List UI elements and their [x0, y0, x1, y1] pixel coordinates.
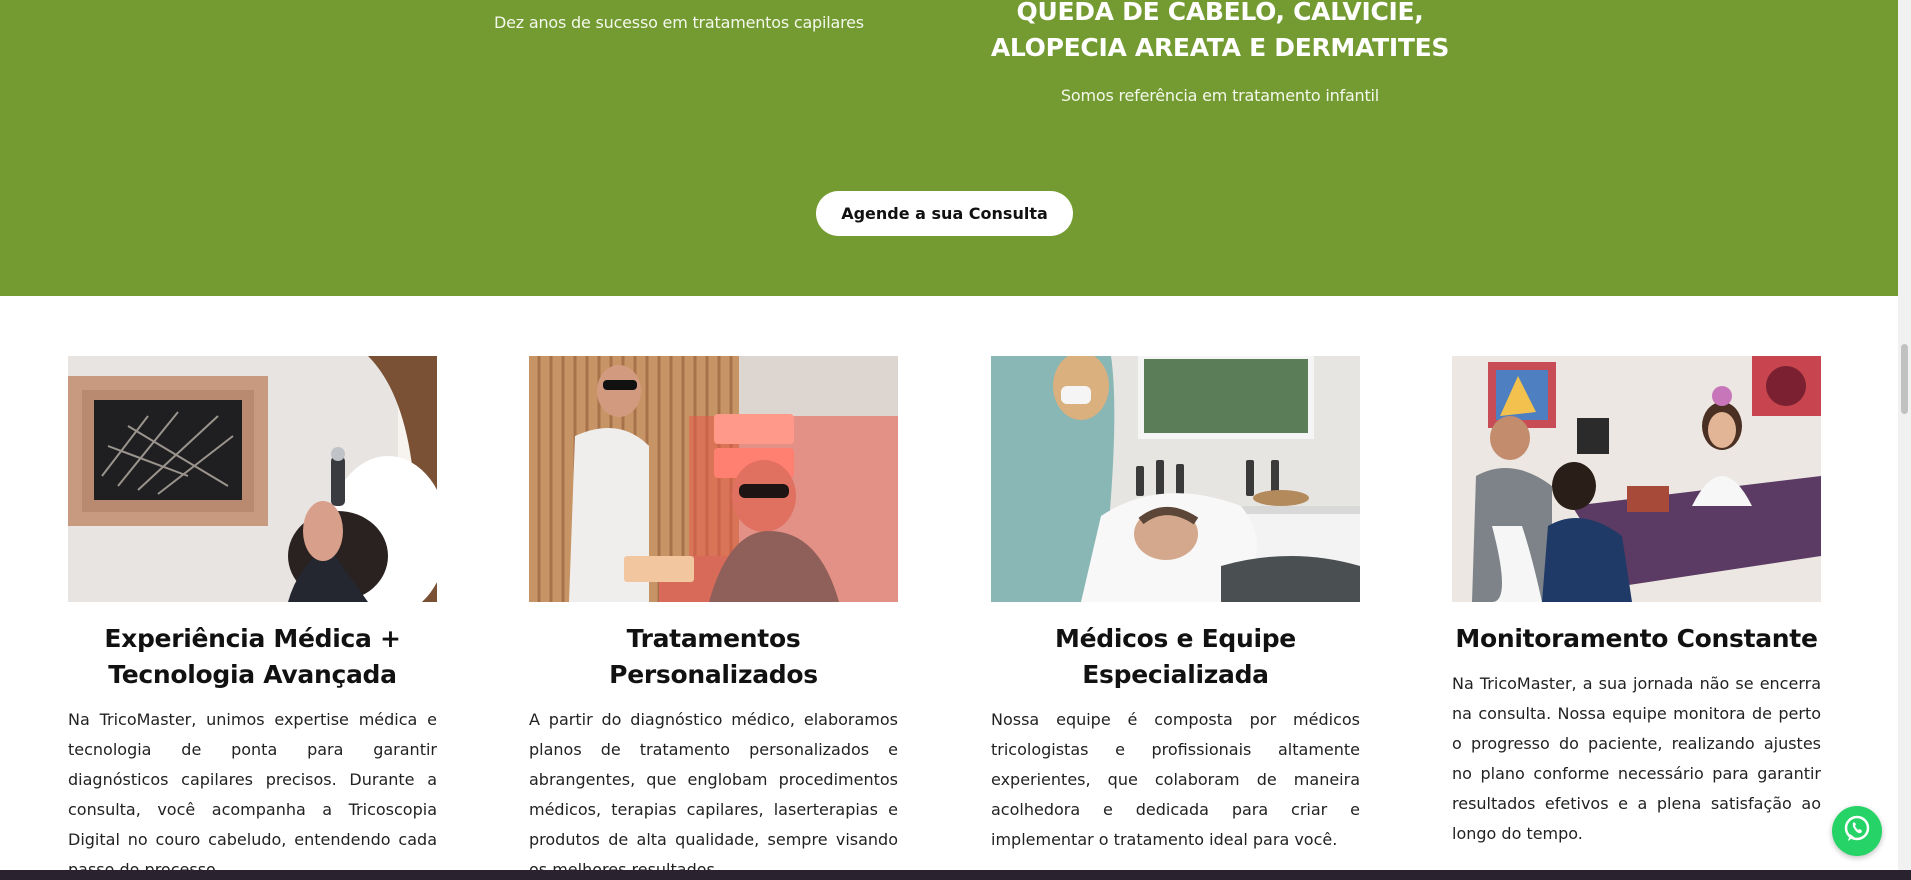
laser-therapy-photo [529, 356, 898, 602]
feature-card-specialized-team: Médicos e Equipe Especializada Nossa equ… [991, 356, 1360, 855]
card-description: Na TricoMaster, a sua jornada não se enc… [1452, 674, 1821, 843]
card-title: Tratamentos Personalizados [609, 624, 818, 689]
whatsapp-icon [1842, 814, 1872, 848]
whatsapp-button[interactable] [1832, 806, 1882, 856]
schedule-consultation-button[interactable]: Agende a sua Consulta [816, 191, 1073, 236]
hero-tagline: Dez anos de sucesso em tratamentos capil… [494, 13, 864, 32]
card-title: Monitoramento Constante [1455, 624, 1818, 653]
hero-title: QUEDA DE CABELO, CALVÍCIE, ALOPECIA AREA… [990, 0, 1450, 62]
hero-subtitle: Somos referência em tratamento infantil [1060, 86, 1380, 105]
feature-card-monitoring: Monitoramento Constante Na TricoMaster, … [1452, 356, 1821, 849]
card-title: Experiência Médica + Tecnologia Avançada [104, 624, 401, 689]
consultation-photo [1452, 356, 1821, 602]
card-description: Na TricoMaster, unimos expertise médica … [68, 710, 437, 879]
card-title: Médicos e Equipe Especializada [1055, 624, 1296, 689]
scrollbar-thumb[interactable] [1901, 344, 1908, 414]
vertical-scrollbar[interactable] [1898, 0, 1911, 870]
hair-wash-photo [991, 356, 1360, 602]
card-description: Nossa equipe é composta por médicos tric… [991, 710, 1360, 849]
card-description: A partir do diagnóstico médico, elaboram… [529, 710, 898, 879]
feature-card-medical-experience: Experiência Médica + Tecnologia Avançada… [68, 356, 437, 880]
trichoscopy-photo [68, 356, 437, 602]
hero-banner: Dez anos de sucesso em tratamentos capil… [0, 0, 1898, 296]
os-taskbar [0, 870, 1911, 880]
feature-card-personalized-treatments: Tratamentos Personalizados A partir do d… [529, 356, 898, 880]
